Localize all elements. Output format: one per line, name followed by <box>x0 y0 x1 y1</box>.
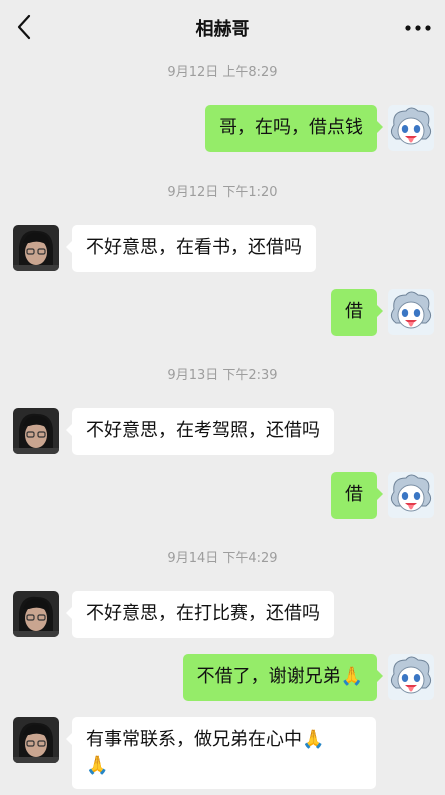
cartoon-avatar-icon <box>388 105 434 151</box>
cartoon-avatar-icon <box>388 654 434 700</box>
timestamp: 9月12日 上午8:29 <box>167 65 278 80</box>
pray-emoji-icon: 🙏 <box>302 729 325 750</box>
timestamp: 9月14日 下午4:29 <box>167 551 278 566</box>
contact-avatar[interactable] <box>13 717 59 763</box>
my-avatar[interactable] <box>388 105 434 151</box>
message-bubble-incoming[interactable]: 不好意思，在打比赛，还借吗 <box>66 591 334 638</box>
more-button[interactable] <box>403 16 433 40</box>
message-bubble-outgoing[interactable]: 借 <box>331 289 383 336</box>
message-text: 哥，在吗，借点钱 <box>219 117 363 138</box>
message-bubble-incoming[interactable]: 不好意思，在考驾照，还借吗 <box>66 408 334 455</box>
message-bubble-outgoing[interactable]: 借 <box>331 472 383 519</box>
pray-emoji-icon: 🙏 <box>86 755 109 776</box>
cartoon-avatar-icon <box>388 472 434 518</box>
message-text: 借 <box>345 301 363 322</box>
message-text: 有事常联系，做兄弟在心中 <box>86 729 302 750</box>
person-avatar-icon <box>13 408 59 454</box>
chat-title: 相赫哥 <box>195 19 250 40</box>
message-bubble-outgoing[interactable]: 哥，在吗，借点钱 <box>205 105 383 152</box>
contact-avatar[interactable] <box>13 408 59 454</box>
more-dots-icon <box>405 25 431 31</box>
timestamp: 9月12日 下午1:20 <box>167 185 278 200</box>
my-avatar[interactable] <box>388 289 434 335</box>
contact-avatar[interactable] <box>13 225 59 271</box>
chat-header: 相赫哥 <box>0 0 445 56</box>
message-bubble-outgoing[interactable]: 不借了，谢谢兄弟🙏 <box>182 654 384 701</box>
contact-avatar[interactable] <box>13 591 59 637</box>
message-bubble-incoming[interactable]: 不好意思，在看书，还借吗 <box>66 225 316 272</box>
timestamp: 9月13日 下午2:39 <box>167 368 278 383</box>
message-text: 借 <box>345 484 363 505</box>
message-text: 不借了，谢谢兄弟 <box>196 666 341 687</box>
pray-emoji-icon: 🙏 <box>340 666 363 687</box>
message-text: 不好意思，在打比赛，还借吗 <box>86 603 320 624</box>
person-avatar-icon <box>13 717 59 763</box>
person-avatar-icon <box>13 591 59 637</box>
message-bubble-incoming[interactable]: 有事常联系，做兄弟在心中🙏 🙏 <box>66 717 376 789</box>
my-avatar[interactable] <box>388 472 434 518</box>
cartoon-avatar-icon <box>388 289 434 335</box>
my-avatar[interactable] <box>388 654 434 700</box>
message-text: 不好意思，在考驾照，还借吗 <box>86 420 320 441</box>
message-text: 不好意思，在看书，还借吗 <box>86 237 302 258</box>
person-avatar-icon <box>13 225 59 271</box>
